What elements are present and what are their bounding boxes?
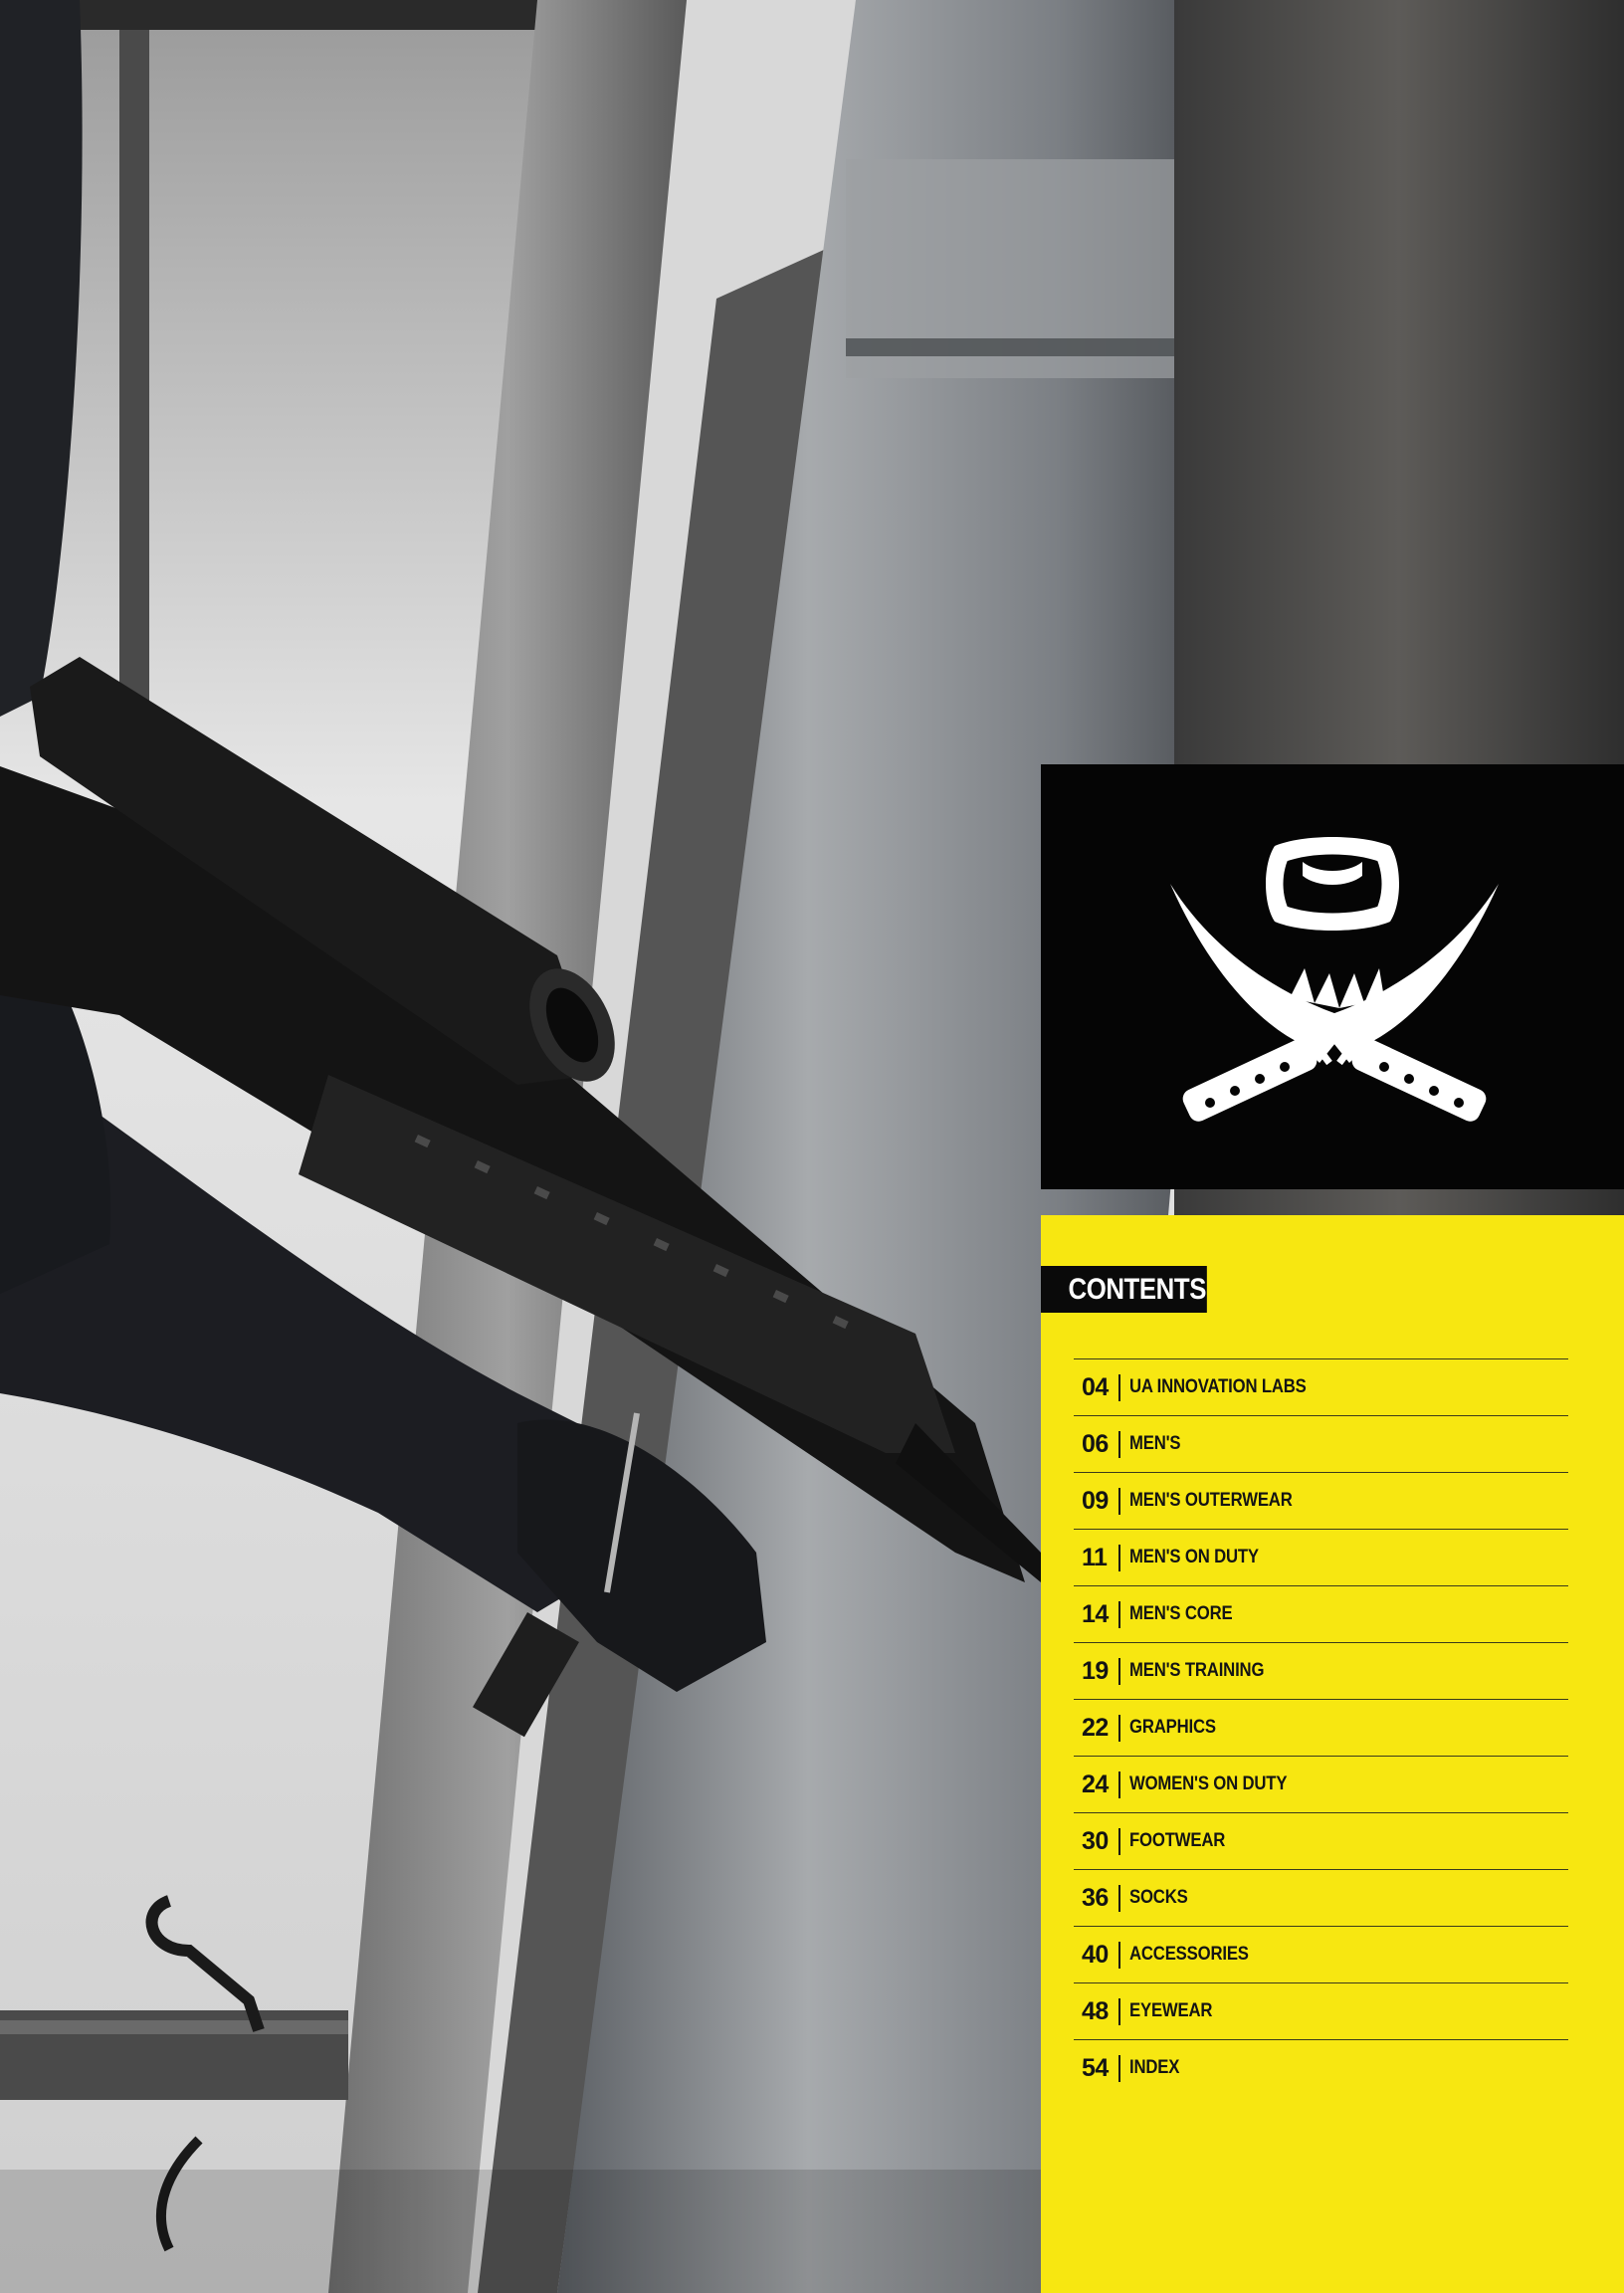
toc-separator	[1118, 1714, 1120, 1742]
toc-page-number: 22	[1082, 1713, 1109, 1742]
logo-panel	[1041, 764, 1624, 1189]
toc-separator	[1118, 1884, 1120, 1912]
toc-separator	[1118, 1600, 1120, 1628]
toc-label: ACCESSORIES	[1128, 1944, 1249, 1965]
toc-page-number: 14	[1082, 1599, 1109, 1628]
toc-page-number: 04	[1082, 1372, 1109, 1401]
toc-item-index[interactable]: 54 INDEX	[1074, 2039, 1568, 2096]
toc-separator	[1118, 1430, 1120, 1458]
toc-item-mens-on-duty[interactable]: 11 MEN'S ON DUTY	[1074, 1529, 1568, 1585]
toc-separator	[1118, 1657, 1120, 1685]
toc-label: SOCKS	[1128, 1887, 1188, 1908]
under-armour-crossed-blades-logo-icon	[1170, 837, 1499, 1122]
toc-page-number: 11	[1082, 1543, 1108, 1571]
toc-label: MEN'S	[1128, 1433, 1181, 1454]
toc-label: MEN'S ON DUTY	[1128, 1547, 1259, 1567]
toc-item-mens[interactable]: 06 MEN'S	[1074, 1415, 1568, 1472]
toc-item-eyewear[interactable]: 48 EYEWEAR	[1074, 1982, 1568, 2039]
toc-page-number: 19	[1082, 1656, 1109, 1685]
toc-label: MEN'S OUTERWEAR	[1128, 1490, 1293, 1511]
toc-label: MEN'S CORE	[1128, 1603, 1233, 1624]
toc-label: WOMEN'S ON DUTY	[1128, 1773, 1287, 1794]
toc-separator	[1118, 2054, 1120, 2082]
toc-item-footwear[interactable]: 30 FOOTWEAR	[1074, 1812, 1568, 1869]
toc-item-graphics[interactable]: 22 GRAPHICS	[1074, 1699, 1568, 1756]
toc-label: GRAPHICS	[1128, 1717, 1216, 1738]
toc-label: UA INNOVATION LABS	[1128, 1376, 1307, 1397]
toc-label: EYEWEAR	[1128, 2000, 1212, 2021]
catalog-contents-page: CONTENTS 04 UA INNOVATION LABS 06 MEN'S …	[0, 0, 1624, 2293]
toc-page-number: 30	[1082, 1826, 1109, 1855]
toc-page-number: 09	[1082, 1486, 1109, 1515]
toc-separator	[1118, 1997, 1120, 2025]
toc-label: FOOTWEAR	[1128, 1830, 1225, 1851]
toc-item-accessories[interactable]: 40 ACCESSORIES	[1074, 1926, 1568, 1982]
toc-page-number: 40	[1082, 1940, 1109, 1969]
toc-separator	[1118, 1544, 1120, 1571]
toc-separator	[1118, 1771, 1120, 1798]
table-of-contents: 04 UA INNOVATION LABS 06 MEN'S 09 MEN'S …	[1074, 1358, 1568, 2096]
contents-panel: CONTENTS 04 UA INNOVATION LABS 06 MEN'S …	[1041, 1215, 1624, 2293]
toc-page-number: 36	[1082, 1883, 1109, 1912]
toc-item-mens-outerwear[interactable]: 09 MEN'S OUTERWEAR	[1074, 1472, 1568, 1529]
toc-page-number: 06	[1082, 1429, 1109, 1458]
toc-item-mens-core[interactable]: 14 MEN'S CORE	[1074, 1585, 1568, 1642]
toc-label: MEN'S TRAINING	[1128, 1660, 1264, 1681]
toc-separator	[1118, 1827, 1120, 1855]
toc-separator	[1118, 1373, 1120, 1401]
toc-item-ua-innovation-labs[interactable]: 04 UA INNOVATION LABS	[1074, 1358, 1568, 1415]
toc-item-womens-on-duty[interactable]: 24 WOMEN'S ON DUTY	[1074, 1756, 1568, 1812]
toc-separator	[1118, 1941, 1120, 1969]
toc-separator	[1118, 1487, 1120, 1515]
toc-page-number: 54	[1082, 2053, 1109, 2082]
toc-label: INDEX	[1128, 2057, 1179, 2078]
toc-page-number: 24	[1082, 1770, 1109, 1798]
contents-heading: CONTENTS	[1041, 1266, 1207, 1313]
toc-item-mens-training[interactable]: 19 MEN'S TRAINING	[1074, 1642, 1568, 1699]
toc-page-number: 48	[1082, 1996, 1109, 2025]
toc-item-socks[interactable]: 36 SOCKS	[1074, 1869, 1568, 1926]
